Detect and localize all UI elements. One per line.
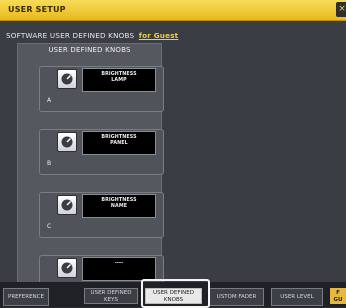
knob-d-line1: ---- <box>114 261 124 266</box>
knob-icon <box>61 73 73 85</box>
knob-icon <box>61 136 73 148</box>
tab-partial-right[interactable]: F GU <box>330 288 346 304</box>
knob-c: BRIGHTNESS NAME C <box>39 192 164 238</box>
tab-user-defined-keys-line2: KEYS <box>104 296 118 303</box>
tab-custom-fader[interactable]: USTOM FADER <box>209 288 264 306</box>
knob-c-line2: NAME <box>110 204 128 209</box>
tab-partial-right-line1: F <box>336 290 340 296</box>
knob-icon <box>61 199 73 211</box>
tab-user-level[interactable]: USER LEVEL <box>271 288 323 306</box>
knob-b-letter: B <box>47 160 52 167</box>
knob-b-display[interactable]: BRIGHTNESS PANEL <box>82 131 156 155</box>
tab-preference[interactable]: PREFERENCE <box>3 288 49 306</box>
knob-a-display[interactable]: BRIGHTNESS LAMP <box>82 68 156 92</box>
selection-highlight <box>141 279 210 308</box>
user-defined-knobs-panel: USER DEFINED KNOBS BRIGHTNESS LAMP A BRI… <box>17 43 164 303</box>
knob-c-display[interactable]: BRIGHTNESS NAME <box>82 194 156 218</box>
window-title: USER SETUP <box>8 5 66 14</box>
title-bar: USER SETUP × <box>0 0 346 21</box>
knob-c-letter: C <box>47 223 52 230</box>
knob-d-display[interactable]: ---- <box>82 257 156 281</box>
knob-b-button[interactable] <box>57 132 77 152</box>
page-header: SOFTWARE USER DEFINED KNOBS for Guest <box>6 31 178 40</box>
page-header-text: SOFTWARE USER DEFINED KNOBS <box>6 31 135 40</box>
knob-d-button[interactable] <box>57 258 77 278</box>
knob-c-button[interactable] <box>57 195 77 215</box>
knob-b: BRIGHTNESS PANEL B <box>39 129 164 175</box>
guest-link[interactable]: for Guest <box>139 31 179 40</box>
panel-title: USER DEFINED KNOBS <box>48 46 131 54</box>
close-button[interactable]: × <box>336 2 346 17</box>
knob-a-letter: A <box>47 97 52 104</box>
knob-a-line2: LAMP <box>111 78 127 83</box>
knob-b-line2: PANEL <box>110 141 128 146</box>
knob-a-button[interactable] <box>57 69 77 89</box>
knob-a: BRIGHTNESS LAMP A <box>39 66 164 112</box>
content-area: SOFTWARE USER DEFINED KNOBS for Guest US… <box>0 21 346 303</box>
knob-icon <box>61 262 73 274</box>
tab-partial-right-line2: GU <box>333 297 343 303</box>
tab-user-defined-keys[interactable]: USER DEFINED KEYS <box>84 288 138 304</box>
tab-user-defined-keys-line1: USER DEFINED <box>90 290 132 296</box>
